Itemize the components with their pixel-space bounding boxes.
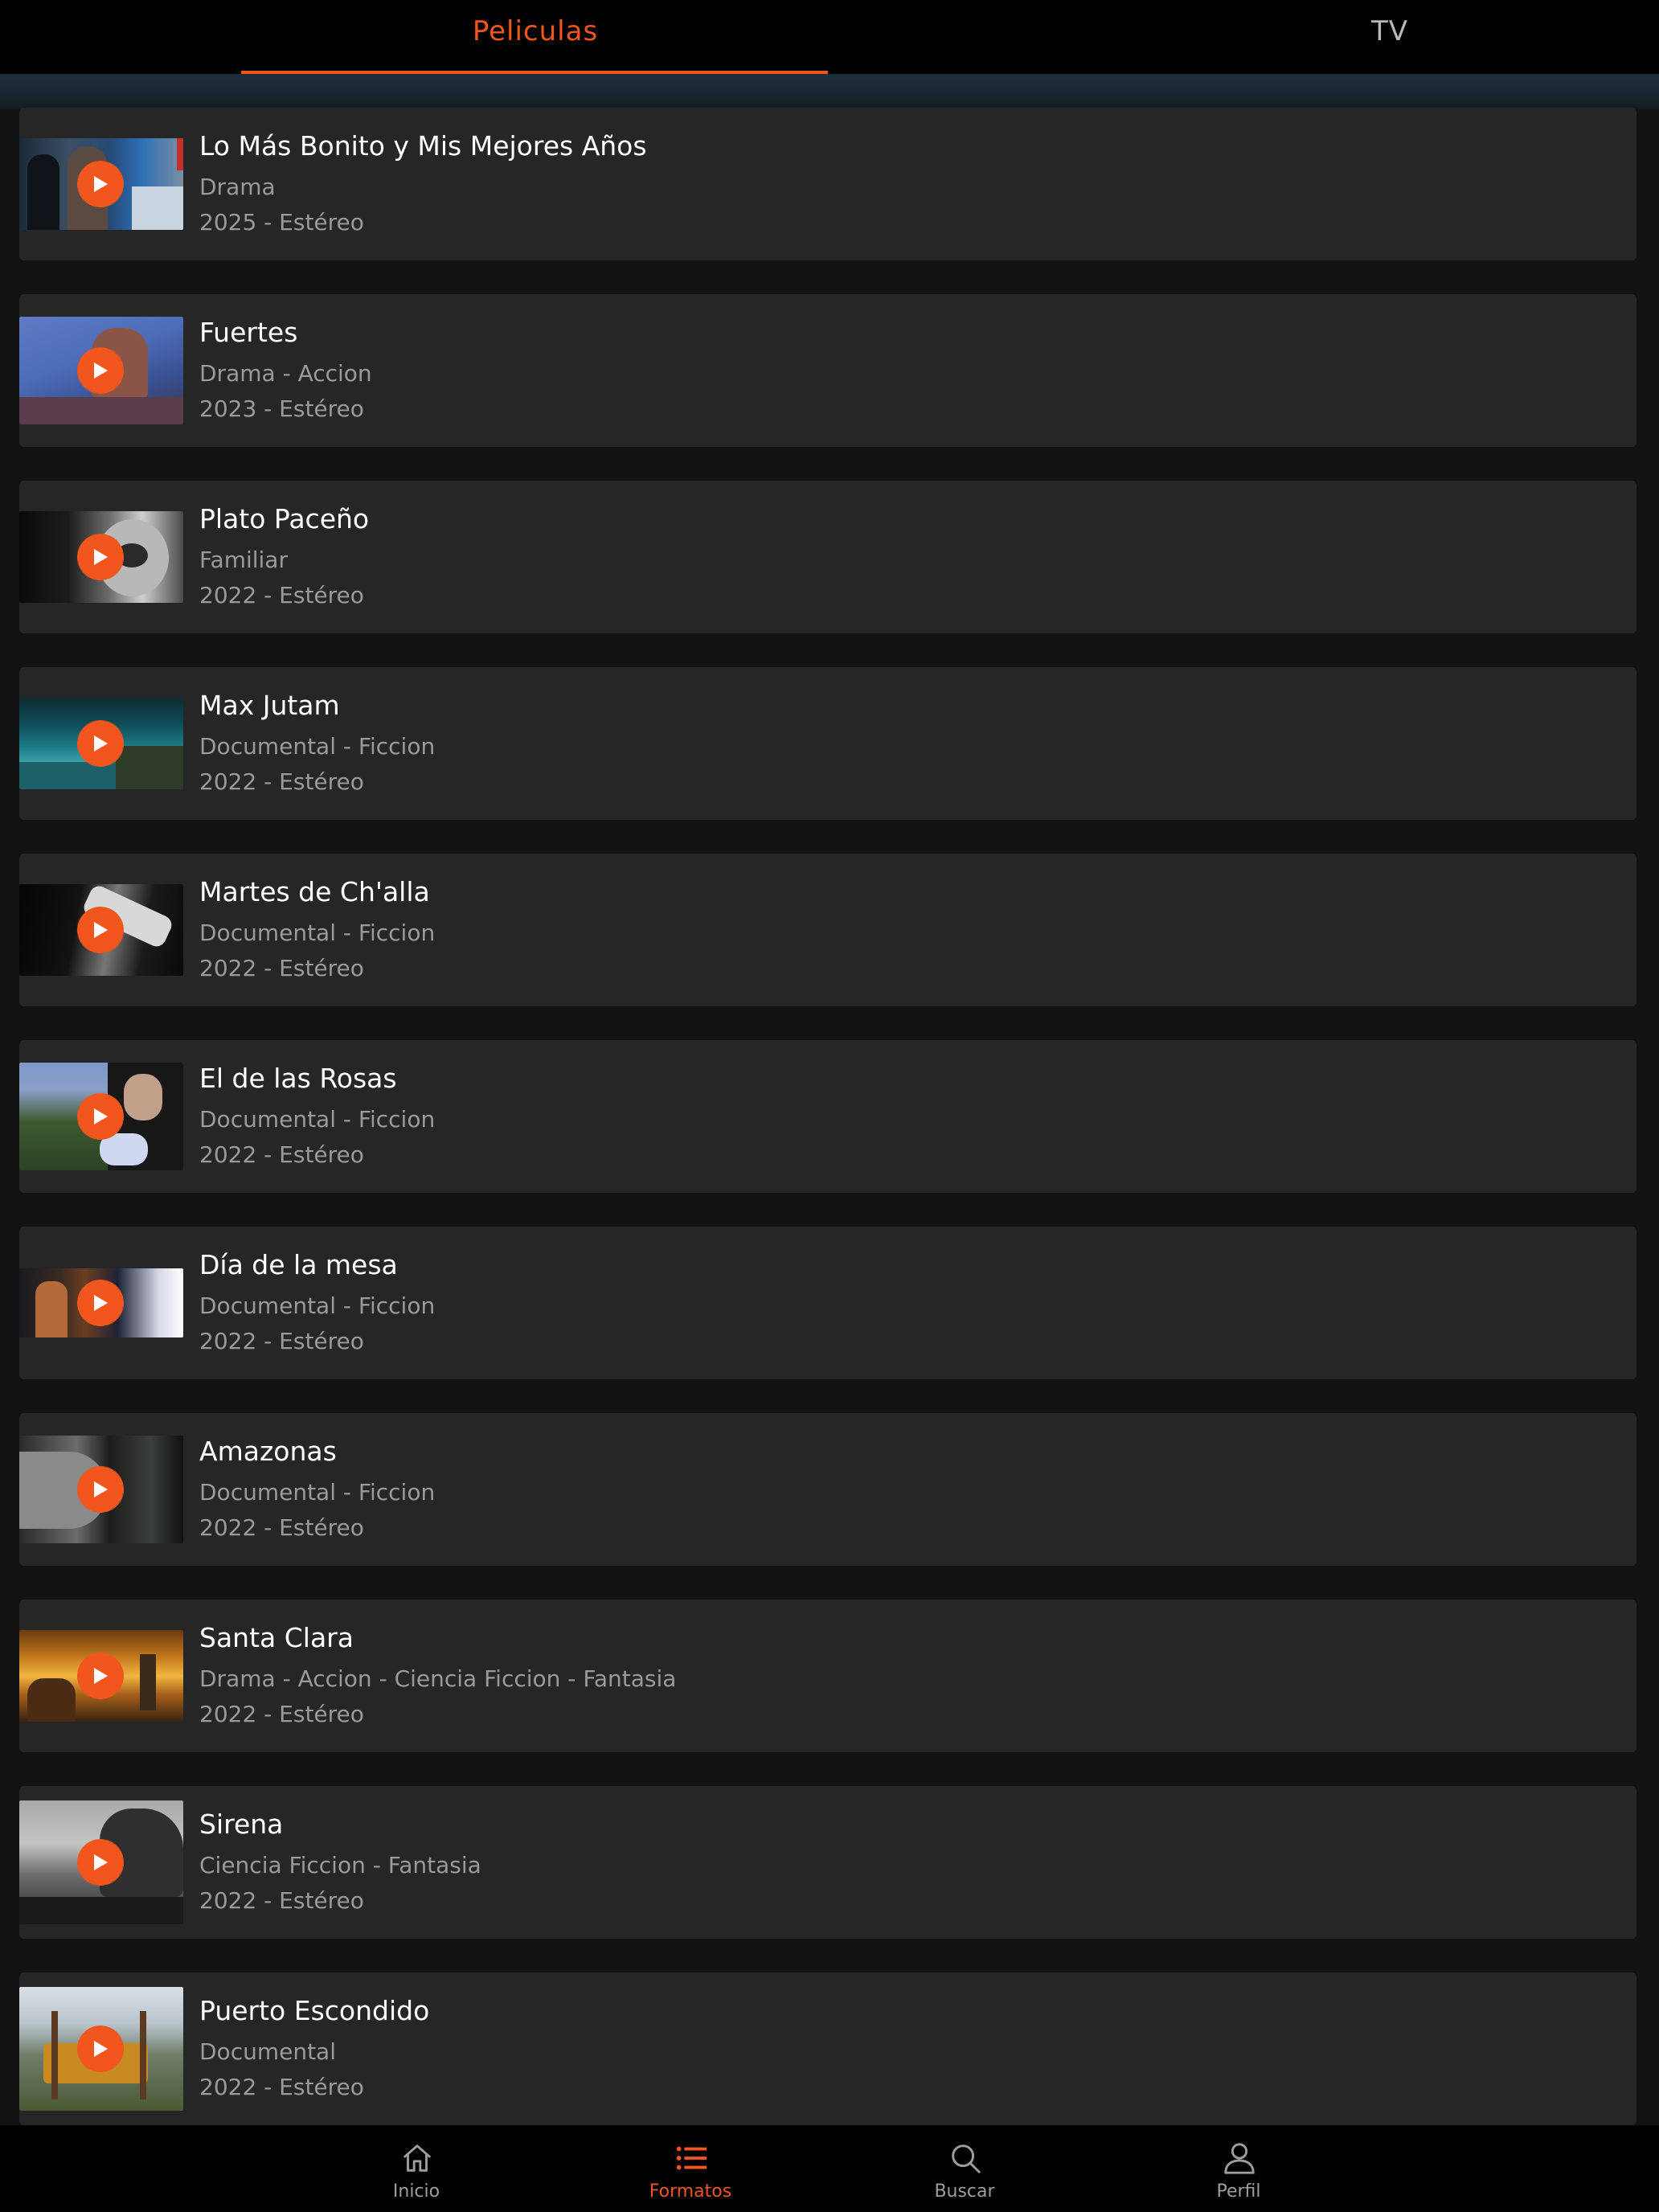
nav-buscar[interactable]: Buscar <box>868 2125 1061 2212</box>
tab-tv-label: TV <box>1370 15 1409 47</box>
play-icon <box>94 1108 108 1124</box>
tab-tv[interactable]: TV <box>830 0 1659 74</box>
play-icon <box>94 1295 108 1311</box>
tab-peliculas-label: Peliculas <box>472 15 599 47</box>
movie-year-audio: 2022 - Estéreo <box>199 1701 364 1727</box>
movie-genres: Familiar <box>199 547 288 573</box>
movie-title: Día de la mesa <box>199 1249 398 1280</box>
list-item[interactable]: El de las Rosas Documental - Ficcion 202… <box>19 1040 1636 1193</box>
nav-buscar-label: Buscar <box>934 2181 995 2202</box>
home-icon <box>403 2144 431 2172</box>
movie-year-audio: 2022 - Estéreo <box>199 768 364 795</box>
play-button[interactable] <box>77 720 124 767</box>
nav-perfil-label: Perfil <box>1216 2181 1261 2202</box>
nav-formatos[interactable]: Formatos <box>594 2125 787 2212</box>
movie-title: Plato Paceño <box>199 503 370 535</box>
play-button[interactable] <box>77 1466 124 1513</box>
play-button[interactable] <box>77 907 124 953</box>
nav-inicio[interactable]: Inicio <box>320 2125 513 2212</box>
play-icon <box>94 176 108 192</box>
movie-title: Max Jutam <box>199 690 340 721</box>
movie-year-audio: 2022 - Estéreo <box>199 582 364 608</box>
movie-title: Santa Clara <box>199 1622 354 1653</box>
movie-year-audio: 2022 - Estéreo <box>199 1887 364 1914</box>
list-item[interactable]: Max Jutam Documental - Ficcion 2022 - Es… <box>19 667 1636 820</box>
list-item[interactable]: Santa Clara Drama - Accion - Ciencia Fic… <box>19 1600 1636 1752</box>
list-item[interactable]: Fuertes Drama - Accion 2023 - Estéreo <box>19 294 1636 447</box>
search-icon <box>952 2144 981 2173</box>
movie-year-audio: 2025 - Estéreo <box>199 209 364 236</box>
movie-title: Sirena <box>199 1809 284 1840</box>
user-icon <box>1224 2143 1255 2174</box>
bottom-nav-bar: Inicio Formatos Buscar Perfil <box>0 2125 1659 2212</box>
play-icon <box>94 1854 108 1870</box>
movie-year-audio: 2023 - Estéreo <box>199 395 364 422</box>
play-icon <box>94 1668 108 1684</box>
play-button[interactable] <box>77 2026 124 2072</box>
movie-year-audio: 2022 - Estéreo <box>199 955 364 981</box>
movie-title: Martes de Ch'alla <box>199 876 430 907</box>
movie-genres: Documental - Ficcion <box>199 1479 436 1505</box>
list-item[interactable]: Martes de Ch'alla Documental - Ficcion 2… <box>19 854 1636 1006</box>
play-icon <box>94 735 108 752</box>
play-icon <box>94 549 108 565</box>
play-icon <box>94 2041 108 2057</box>
movie-genres: Documental - Ficcion <box>199 1106 436 1133</box>
movie-year-audio: 2022 - Estéreo <box>199 1514 364 1541</box>
movie-title: Fuertes <box>199 317 298 348</box>
list-item[interactable]: Día de la mesa Documental - Ficcion 2022… <box>19 1227 1636 1379</box>
play-button[interactable] <box>77 161 124 207</box>
top-tab-bar: Peliculas TV <box>0 0 1659 74</box>
play-button[interactable] <box>77 1093 124 1140</box>
play-icon <box>94 922 108 938</box>
movie-year-audio: 2022 - Estéreo <box>199 1141 364 1168</box>
movie-title: Amazonas <box>199 1436 337 1467</box>
play-icon <box>94 1481 108 1497</box>
play-button[interactable] <box>77 1280 124 1326</box>
list-item[interactable]: Lo Más Bonito y Mis Mejores Años Drama 2… <box>19 108 1636 260</box>
list-item[interactable]: Sirena Ciencia Ficcion - Fantasia 2022 -… <box>19 1786 1636 1939</box>
play-button[interactable] <box>77 1653 124 1699</box>
movie-year-audio: 2022 - Estéreo <box>199 2074 364 2100</box>
play-button[interactable] <box>77 534 124 580</box>
list-item[interactable]: Puerto Escondido Documental 2022 - Estér… <box>19 1972 1636 2125</box>
movie-genres: Drama - Accion <box>199 360 372 387</box>
nav-formatos-label: Formatos <box>649 2181 732 2202</box>
movie-year-audio: 2022 - Estéreo <box>199 1328 364 1354</box>
movie-title: Lo Más Bonito y Mis Mejores Años <box>199 130 647 162</box>
list-item[interactable]: Plato Paceño Familiar 2022 - Estéreo <box>19 481 1636 633</box>
play-icon <box>94 363 108 379</box>
list-item[interactable]: Amazonas Documental - Ficcion 2022 - Est… <box>19 1413 1636 1566</box>
play-button[interactable] <box>77 347 124 394</box>
movie-genres: Drama - Accion - Ciencia Ficcion - Fanta… <box>199 1665 677 1692</box>
tab-peliculas[interactable]: Peliculas <box>0 0 830 74</box>
movie-title: Puerto Escondido <box>199 1995 430 2026</box>
movie-genres: Documental <box>199 2038 336 2065</box>
list-icon <box>676 2146 707 2170</box>
movie-genres: Ciencia Ficcion - Fantasia <box>199 1852 481 1878</box>
play-button[interactable] <box>77 1839 124 1886</box>
movie-title: El de las Rosas <box>199 1063 397 1094</box>
movie-genres: Documental - Ficcion <box>199 920 436 946</box>
nav-inicio-label: Inicio <box>392 2181 440 2202</box>
movie-genres: Documental - Ficcion <box>199 733 436 760</box>
nav-perfil[interactable]: Perfil <box>1142 2125 1335 2212</box>
movie-genres: Drama <box>199 174 276 200</box>
header-backdrop <box>0 74 1659 109</box>
movie-genres: Documental - Ficcion <box>199 1292 436 1319</box>
app-screen: Peliculas TV Lo Más Bonito y Mis Mejores… <box>0 0 1659 2212</box>
